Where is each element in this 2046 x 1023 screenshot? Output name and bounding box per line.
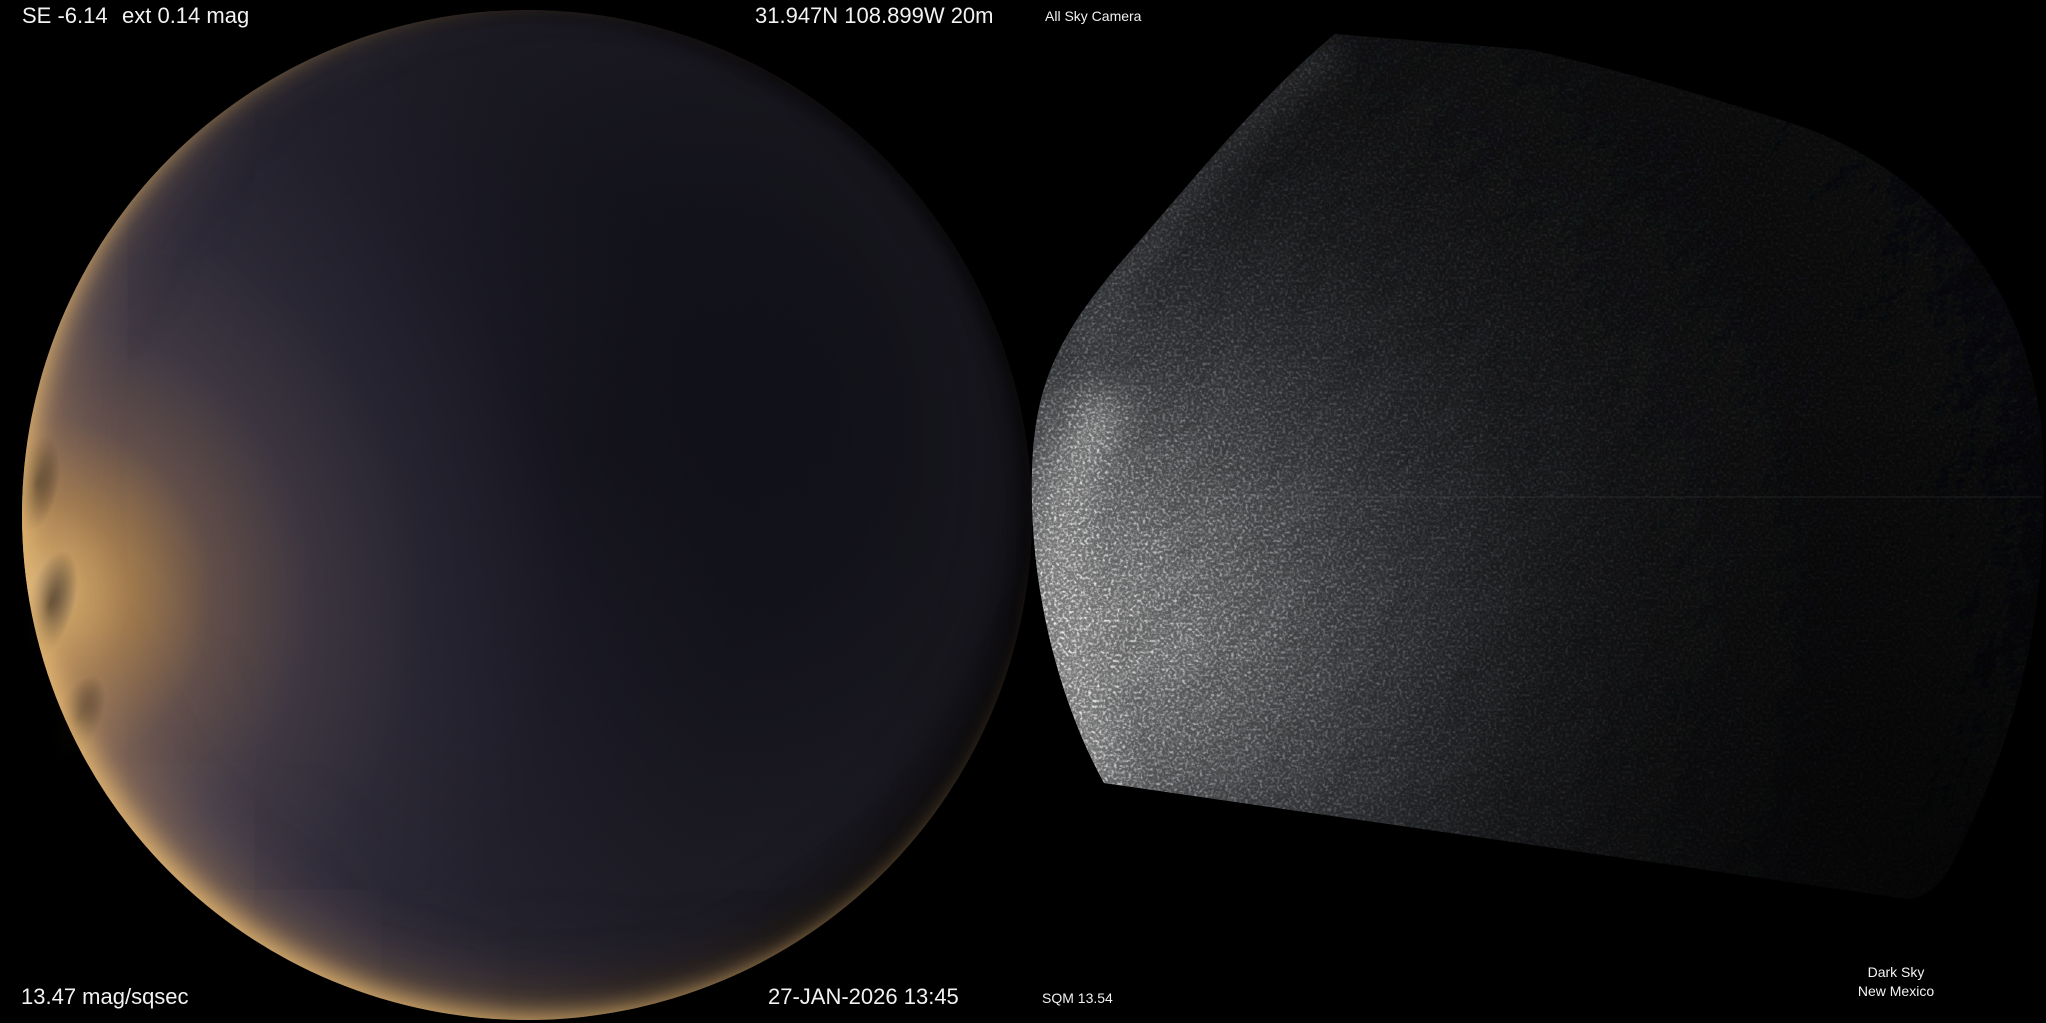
sensor-noise [1000, 0, 2046, 1023]
sky-brightness-label: 13.47 mag/sqsec [21, 984, 189, 1010]
sqm-reading-label: SQM 13.54 [1042, 990, 1113, 1006]
timestamp-label: 27-JAN-2026 13:45 [768, 984, 959, 1010]
site-coordinates-label: 31.947N 108.899W 20m [755, 3, 994, 29]
extinction-label: ext 0.14 mag [122, 3, 249, 29]
cloud-sensor-image [0, 0, 2046, 1023]
allsky-camera-viewer: SE -6.14 ext 0.14 mag 31.947N 108.899W 2… [0, 0, 2046, 1023]
camera-title-label: All Sky Camera [1045, 8, 1141, 24]
sun-elevation-label: SE -6.14 [22, 3, 108, 29]
site-name-line2: New Mexico [1820, 982, 1972, 1001]
site-name-block: Dark Sky New Mexico [1820, 963, 1972, 1001]
cloud-sensor-dome [1000, 0, 2046, 1023]
site-name-line1: Dark Sky [1820, 963, 1972, 982]
